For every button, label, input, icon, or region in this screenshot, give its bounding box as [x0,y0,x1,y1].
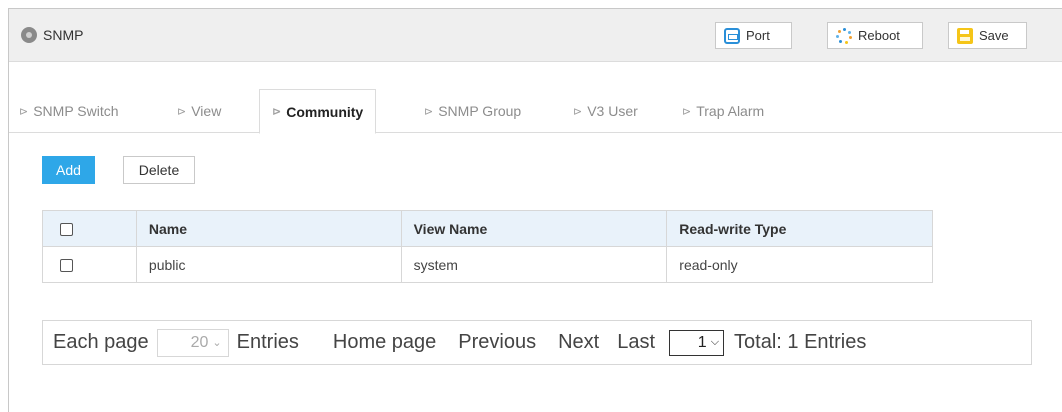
last-link[interactable]: Last [617,331,655,354]
port-button[interactable]: Port [715,22,792,49]
tab-bar: ⊳ SNMP Switch ⊳ View ⊳ Community ⊳ SNMP … [9,89,1062,134]
delete-button[interactable]: Delete [123,156,195,184]
per-page-value: 20 [190,333,209,351]
tab-label: SNMP Switch [33,103,119,119]
port-icon [724,27,740,44]
select-all-checkbox[interactable] [60,223,73,237]
home-page-link[interactable]: Home page [333,331,436,354]
page-select[interactable]: 1 ⌵ [669,329,725,356]
page-value: 1 [697,333,707,351]
reboot-spinner-icon [836,27,852,44]
cell-view-name: system [400,246,668,283]
row-select-cell [42,246,137,283]
tab-snmp-switch[interactable]: ⊳ SNMP Switch [19,89,119,133]
reboot-label: Reboot [858,28,900,43]
chevron-right-icon: ⊳ [573,105,583,118]
save-button[interactable]: Save [948,22,1027,49]
snmp-icon [21,27,37,43]
each-page-label: Each page [53,331,149,353]
chevron-down-icon: ⌵ [710,336,720,348]
select-all-cell [42,210,137,247]
tab-label: Community [286,103,364,120]
per-page-select[interactable]: 20 ⌄ [156,328,229,357]
tab-community[interactable]: ⊳ Community [259,89,377,134]
column-header-name[interactable]: Name [135,210,402,247]
port-label: Port [746,28,770,43]
community-table: Name View Name Read-write Type public sy… [42,210,933,283]
chevron-down-icon: ⌄ [212,337,222,349]
tab-label: View [191,103,222,119]
cell-name: public [135,246,402,283]
page-title: SNMP [43,27,84,43]
tab-snmp-group[interactable]: ⊳ SNMP Group [424,89,521,133]
chevron-right-icon: ⊳ [272,106,282,118]
row-checkbox[interactable] [60,259,73,273]
tab-label: Trap Alarm [696,103,765,119]
table-row[interactable]: public system read-only [42,246,933,283]
title-bar: SNMP Port Reboot Save [9,9,1062,62]
pagination-bar: Each page 20 ⌄ Entries Home page Previou… [42,320,1032,365]
column-header-read-write-type[interactable]: Read-write Type [666,210,933,247]
chevron-right-icon: ⊳ [19,105,29,118]
add-button[interactable]: Add [42,156,95,184]
previous-link[interactable]: Previous [458,331,536,354]
save-icon [957,27,973,44]
tab-trap-alarm[interactable]: ⊳ Trap Alarm [682,89,764,133]
snmp-panel: SNMP Port Reboot Save ⊳ SNMP Switch ⊳ Vi… [8,8,1062,412]
total-entries: Total: 1 Entries [734,331,867,353]
reboot-button[interactable]: Reboot [827,22,923,49]
next-link[interactable]: Next [558,331,599,354]
tab-label: SNMP Group [438,103,522,119]
table-header-row: Name View Name Read-write Type [42,210,933,247]
tab-label: V3 User [587,103,638,119]
cell-read-write-type: read-only [666,246,933,283]
entries-label: Entries [236,331,299,353]
tab-v3-user[interactable]: ⊳ V3 User [573,89,638,133]
chevron-right-icon: ⊳ [177,105,187,118]
chevron-right-icon: ⊳ [682,105,692,118]
chevron-right-icon: ⊳ [424,105,434,118]
column-header-view-name[interactable]: View Name [400,210,668,247]
save-label: Save [979,28,1009,43]
tab-view[interactable]: ⊳ View [177,89,221,133]
